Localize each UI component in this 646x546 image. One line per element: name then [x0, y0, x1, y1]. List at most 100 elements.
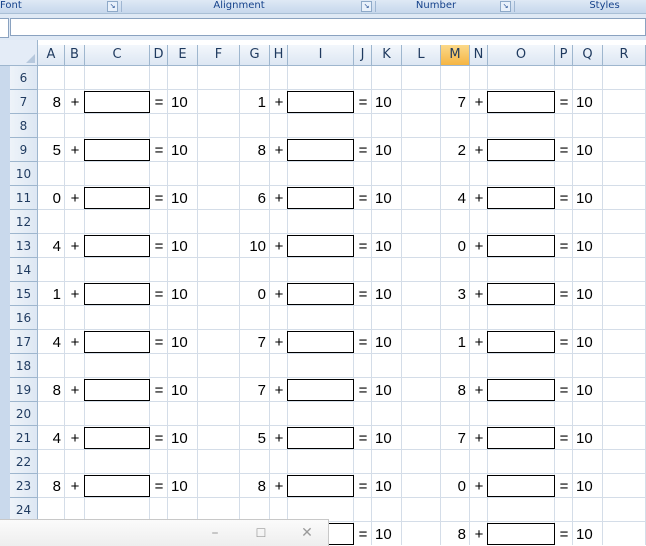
addend-cell[interactable]: 5: [240, 426, 270, 450]
close-icon[interactable]: ✕: [295, 523, 319, 543]
addend-cell[interactable]: 1: [240, 90, 270, 114]
column-header-c[interactable]: C: [85, 45, 150, 66]
column-header-n[interactable]: N: [470, 45, 488, 66]
addend-cell[interactable]: 8: [441, 378, 470, 402]
answer-input-box[interactable]: [287, 235, 354, 257]
sum-target-cell[interactable]: 10: [576, 234, 626, 258]
column-header-a[interactable]: A: [38, 45, 65, 66]
column-header-r[interactable]: R: [603, 45, 646, 66]
sum-target-cell[interactable]: 10: [375, 426, 425, 450]
row-header-16[interactable]: 16: [10, 306, 38, 330]
row-header-6[interactable]: 6: [10, 66, 38, 90]
row-header-15[interactable]: 15: [10, 282, 38, 306]
answer-input-box[interactable]: [84, 187, 150, 209]
answer-input-box[interactable]: [487, 331, 555, 353]
addend-cell[interactable]: 4: [38, 330, 65, 354]
sum-target-cell[interactable]: 10: [375, 234, 425, 258]
alignment-dialog-launcher-icon[interactable]: ↘: [361, 1, 372, 12]
addend-cell[interactable]: 4: [38, 234, 65, 258]
addend-cell[interactable]: 0: [38, 186, 65, 210]
answer-input-box[interactable]: [487, 139, 555, 161]
row-header-7[interactable]: 7: [10, 90, 38, 114]
row-header-9[interactable]: 9: [10, 138, 38, 162]
answer-input-box[interactable]: [84, 379, 150, 401]
addend-cell[interactable]: 3: [441, 282, 470, 306]
addend-cell[interactable]: 7: [441, 90, 470, 114]
addend-cell[interactable]: 6: [240, 186, 270, 210]
answer-input-box[interactable]: [84, 283, 150, 305]
answer-input-box[interactable]: [287, 283, 354, 305]
column-header-l[interactable]: L: [402, 45, 441, 66]
row-header-22[interactable]: 22: [10, 450, 38, 474]
addend-cell[interactable]: 8: [38, 378, 65, 402]
addend-cell[interactable]: 1: [38, 282, 65, 306]
column-header-i[interactable]: I: [288, 45, 354, 66]
answer-input-box[interactable]: [84, 139, 150, 161]
addend-cell[interactable]: 8: [240, 474, 270, 498]
answer-input-box[interactable]: [287, 91, 354, 113]
sum-target-cell[interactable]: 10: [375, 138, 425, 162]
column-header-o[interactable]: O: [488, 45, 555, 66]
answer-input-box[interactable]: [84, 331, 150, 353]
answer-input-box[interactable]: [287, 427, 354, 449]
answer-input-box[interactable]: [287, 187, 354, 209]
sum-target-cell[interactable]: 10: [375, 522, 425, 545]
column-header-e[interactable]: E: [168, 45, 198, 66]
sum-target-cell[interactable]: 10: [576, 330, 626, 354]
addend-cell[interactable]: 4: [38, 426, 65, 450]
answer-input-box[interactable]: [487, 91, 555, 113]
column-header-b[interactable]: B: [65, 45, 85, 66]
answer-input-box[interactable]: [487, 187, 555, 209]
answer-input-box[interactable]: [84, 475, 150, 497]
formula-input[interactable]: [10, 18, 646, 36]
addend-cell[interactable]: 0: [441, 474, 470, 498]
sum-target-cell[interactable]: 10: [576, 474, 626, 498]
name-box[interactable]: [0, 18, 9, 38]
row-header-20[interactable]: 20: [10, 402, 38, 426]
column-header-p[interactable]: P: [555, 45, 573, 66]
addend-cell[interactable]: 5: [38, 138, 65, 162]
sum-target-cell[interactable]: 10: [171, 234, 221, 258]
answer-input-box[interactable]: [487, 427, 555, 449]
addend-cell[interactable]: 7: [441, 426, 470, 450]
sum-target-cell[interactable]: 10: [375, 474, 425, 498]
addend-cell[interactable]: 8: [38, 474, 65, 498]
addend-cell[interactable]: 4: [441, 186, 470, 210]
addend-cell[interactable]: 8: [38, 90, 65, 114]
addend-cell[interactable]: 8: [240, 138, 270, 162]
font-dialog-launcher-icon[interactable]: ↘: [107, 1, 118, 12]
sum-target-cell[interactable]: 10: [576, 90, 626, 114]
answer-input-box[interactable]: [287, 331, 354, 353]
row-header-11[interactable]: 11: [10, 186, 38, 210]
row-header-8[interactable]: 8: [10, 114, 38, 138]
column-header-k[interactable]: K: [372, 45, 402, 66]
answer-input-box[interactable]: [84, 427, 150, 449]
sum-target-cell[interactable]: 10: [576, 138, 626, 162]
sum-target-cell[interactable]: 10: [171, 138, 221, 162]
sum-target-cell[interactable]: 10: [171, 474, 221, 498]
row-header-18[interactable]: 18: [10, 354, 38, 378]
answer-input-box[interactable]: [287, 139, 354, 161]
addend-cell[interactable]: 2: [441, 138, 470, 162]
answer-input-box[interactable]: [287, 475, 354, 497]
sum-target-cell[interactable]: 10: [375, 90, 425, 114]
answer-input-box[interactable]: [287, 379, 354, 401]
sum-target-cell[interactable]: 10: [576, 426, 626, 450]
row-header-19[interactable]: 19: [10, 378, 38, 402]
row-header-23[interactable]: 23: [10, 474, 38, 498]
addend-cell[interactable]: 7: [240, 330, 270, 354]
column-header-m[interactable]: M: [441, 45, 470, 66]
column-header-q[interactable]: Q: [573, 45, 603, 66]
sum-target-cell[interactable]: 10: [171, 378, 221, 402]
sum-target-cell[interactable]: 10: [375, 282, 425, 306]
column-header-h[interactable]: H: [270, 45, 288, 66]
sum-target-cell[interactable]: 10: [171, 90, 221, 114]
addend-cell[interactable]: 0: [240, 282, 270, 306]
sum-target-cell[interactable]: 10: [576, 378, 626, 402]
sum-target-cell[interactable]: 10: [171, 282, 221, 306]
answer-input-box[interactable]: [487, 523, 555, 545]
answer-input-box[interactable]: [487, 475, 555, 497]
row-header-17[interactable]: 17: [10, 330, 38, 354]
sum-target-cell[interactable]: 10: [576, 522, 626, 545]
worksheet-grid[interactable]: A B C D E F G H I J K L M N O P Q R 6 7 8 9 10 11 12 13 14 15 16 17 18…: [0, 40, 646, 545]
